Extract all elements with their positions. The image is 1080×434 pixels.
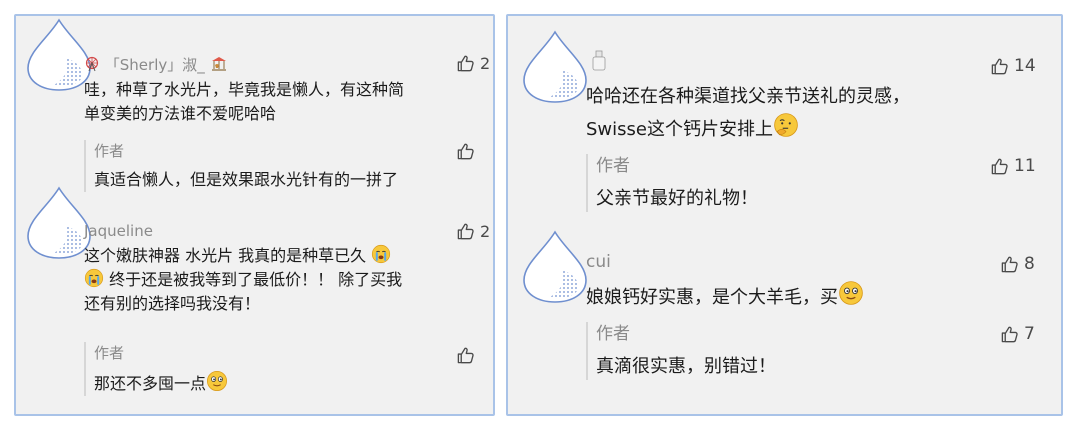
like-count: 7 [1024, 324, 1035, 344]
author-reply: 作者 真滴很实惠，别错过！ [586, 322, 996, 380]
reply-like-button[interactable] [456, 346, 475, 365]
reply-author: 作者 [596, 156, 630, 176]
thumbs-up-icon [1000, 325, 1019, 344]
comment-text-line: 单变美的方法谁不爱呢哈哈 [84, 104, 277, 123]
author-reply: 作者 那还不多囤一点 [84, 342, 474, 396]
thumbs-up-icon [990, 157, 1009, 176]
reply-like-button[interactable]: 7 [1000, 324, 1035, 344]
like-count: 14 [1014, 56, 1036, 76]
bottle-icon [592, 50, 606, 71]
like-count: 11 [1014, 156, 1036, 176]
grinning-face-emoji-icon [206, 370, 228, 392]
crying-face-emoji-icon [371, 244, 391, 264]
like-button[interactable]: 14 [990, 56, 1036, 76]
comment-text-line: 还有别的选择吗我没有！ [84, 294, 261, 313]
comment-text-segment: Swisse这个钙片安排上 [586, 119, 773, 140]
reply-author: 作者 [94, 142, 125, 160]
reply-author: 作者 [596, 324, 630, 344]
comments-panel-right: 14 哈哈还在各种渠道找父亲节送礼的灵感， Swisse这个钙片安排上 作者 父… [506, 14, 1063, 416]
thumbs-up-icon [1000, 255, 1019, 274]
comment-text-segment: 终于还是被我等到了最低价！！ 除了买我 [109, 270, 403, 289]
comment-text-segment: 这个嫩肤神器 水光片 我真的是种草已久 [84, 246, 367, 265]
comment-text: 娘娘钙好实惠，是个大羊毛，买 [586, 280, 1006, 313]
thumbs-up-icon [990, 57, 1009, 76]
like-count: 2 [480, 54, 491, 73]
comment-text-line: 终于还是被我等到了最低价！！ 除了买我 [84, 268, 479, 292]
thumbs-up-icon [456, 54, 475, 73]
comment-item: Jaqueline 2 这个嫩肤神器 水光片 我真的是种草已久 终于还是被我等到… [16, 186, 497, 406]
crying-face-emoji-icon [84, 268, 104, 288]
author-reply: 作者 父亲节最好的礼物！ [586, 154, 996, 212]
comment-text-line: 哈哈还在各种渠道找父亲节送礼的灵感， [586, 86, 910, 107]
comment-text-line: 哇，种草了水光片，毕竟我是懒人，有这种简 [84, 80, 405, 99]
comment-text-segment: 娘娘钙好实惠，是个大羊毛，买 [586, 287, 838, 308]
like-button[interactable]: 2 [456, 222, 490, 241]
commenter-name-row: cui [586, 252, 611, 272]
thumbs-up-icon [456, 346, 475, 365]
reply-text-segment: 那还不多囤一点 [94, 374, 207, 393]
author-reply: 作者 真适合懒人，但是效果跟水光针有的一拼了 [84, 140, 474, 192]
reply-author: 作者 [94, 344, 125, 362]
like-button[interactable]: 2 [456, 54, 490, 73]
commenter-name-row: Jaqueline [84, 222, 153, 240]
comment-item: cui 8 娘娘钙好实惠，是个大羊毛，买 作者 真滴很实惠，别错过！ 7 [508, 216, 1065, 406]
commenter-name: 「Sherly」淑_ [104, 56, 205, 74]
like-count: 2 [480, 222, 491, 241]
commenter-name: cui [586, 252, 611, 272]
comment-text: 哇，种草了水光片，毕竟我是懒人，有这种简 单变美的方法谁不爱呢哈哈 [84, 78, 479, 126]
comment-item: 14 哈哈还在各种渠道找父亲节送礼的灵感， Swisse这个钙片安排上 作者 父… [508, 16, 1065, 216]
like-button[interactable]: 8 [1000, 254, 1035, 274]
avatar [26, 18, 92, 92]
commenter-name: Jaqueline [84, 222, 153, 240]
grinning-face-emoji-icon [838, 280, 864, 306]
comment-item: 「Sherly」淑_ 2 哇，种草了水光片，毕竟我是懒人，有这种简 单变美的方法… [16, 16, 497, 196]
ferris-wheel-icon [85, 56, 99, 72]
avatar [522, 230, 588, 304]
comment-text: 哈哈还在各种渠道找父亲节送礼的灵感， Swisse这个钙片安排上 [586, 82, 1006, 145]
carousel-icon [211, 57, 226, 71]
reply-like-button[interactable]: 11 [990, 156, 1036, 176]
thumbs-up-icon [456, 222, 475, 241]
reply-text: 真滴很实惠，别错过！ [596, 356, 776, 377]
comment-text-line: 娘娘钙好实惠，是个大羊毛，买 [586, 280, 1006, 313]
like-count: 8 [1024, 254, 1035, 274]
reply-text: 那还不多囤一点 [94, 370, 474, 396]
avatar [522, 30, 588, 104]
comment-text-line: Swisse这个钙片安排上 [586, 112, 1006, 145]
comments-panel-left: 「Sherly」淑_ 2 哇，种草了水光片，毕竟我是懒人，有这种简 单变美的方法… [14, 14, 495, 416]
thumbs-up-icon [456, 142, 475, 161]
reply-text: 父亲节最好的礼物！ [596, 188, 758, 209]
comment-text-line: 这个嫩肤神器 水光片 我真的是种草已久 [84, 244, 479, 268]
comment-text: 这个嫩肤神器 水光片 我真的是种草已久 终于还是被我等到了最低价！！ 除了买我 … [84, 244, 479, 316]
commenter-name-row: 「Sherly」淑_ [84, 54, 228, 75]
thinking-face-emoji-icon [773, 112, 799, 138]
avatar [26, 186, 92, 260]
reply-like-button[interactable] [456, 142, 475, 161]
